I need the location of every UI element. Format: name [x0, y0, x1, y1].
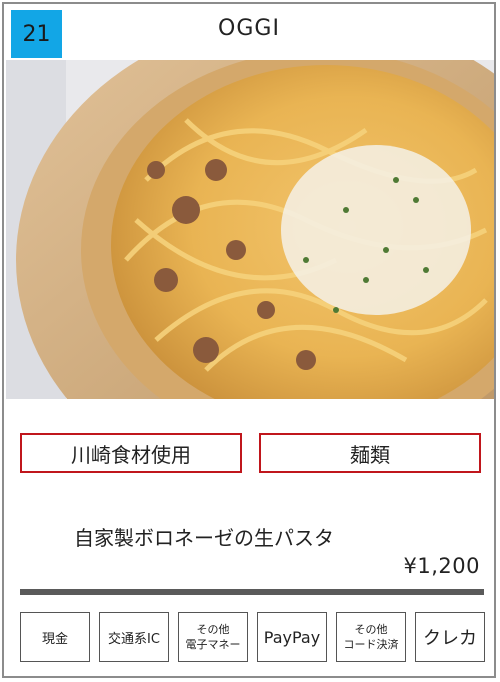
dish-photo [6, 60, 494, 399]
payment-credit-card: クレカ [415, 612, 485, 662]
payment-label-line2: コード決済 [343, 638, 399, 651]
payment-transit-ic: 交通系IC [99, 612, 169, 662]
payment-other-code: その他 コード決済 [336, 612, 406, 662]
payment-label-line1: その他 [196, 623, 230, 636]
dish-name: 自家製ボロネーゼの生パスタ [74, 526, 334, 550]
payment-label: クレカ [423, 628, 477, 649]
payment-label: 交通系IC [108, 631, 160, 647]
tag-noodles: 麺類 [259, 433, 481, 473]
payment-label: 現金 [41, 631, 68, 647]
divider [20, 589, 484, 595]
tag-kawasaki-ingredients: 川崎食材使用 [20, 433, 242, 473]
shop-name: OGGI [218, 16, 280, 41]
payment-paypay: PayPay [257, 612, 327, 662]
payment-label-line2: 電子マネー [185, 638, 241, 651]
payment-cash: 現金 [20, 612, 90, 662]
payment-label: PayPay [263, 627, 321, 647]
dish-price: ¥1,200 [403, 554, 480, 578]
payment-label-line1: その他 [354, 623, 388, 636]
pasta-bolognese-photo [6, 60, 494, 399]
tag-label: 麺類 [350, 442, 390, 467]
payment-other-emoney: その他 電子マネー [178, 612, 248, 662]
tag-label: 川崎食材使用 [71, 442, 191, 467]
shop-card: 21 OGGI 川崎食材使用 麺類 自家製ボロネーゼの生パスタ ¥1,200 現… [2, 2, 496, 678]
